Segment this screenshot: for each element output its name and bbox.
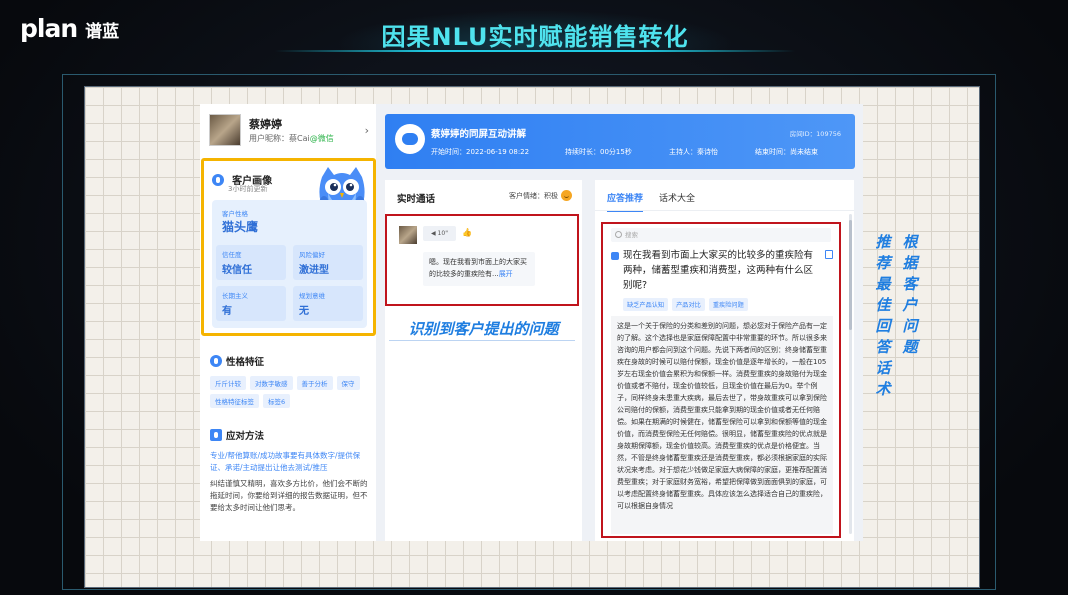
mood-label: 客户情绪：积极 — [509, 191, 558, 200]
persona-box: 客户性格 猫头鹰 信任度 较信任 风险偏好 激进型 长期主义 有 规划意维 无 — [212, 200, 367, 328]
method-body: 纠结谨慎又精明，喜欢多方比价，他们会不断的拖延时间，你要给到详细的报告数据证明，… — [210, 479, 368, 512]
trait-risk: 风险偏好 激进型 — [293, 245, 363, 280]
trait-key: 风险偏好 — [299, 251, 325, 259]
trait-value: 无 — [299, 306, 309, 317]
trait-value: 有 — [222, 306, 232, 317]
customer-portrait-card: 客户画像 3小时前更新 客户性格 猫头鹰 信任度 较信任 风险偏好 激进型 长期… — [201, 158, 376, 336]
session-host: 主持人：秦诗怡 — [669, 148, 718, 156]
recommend-caption-col2: 推荐最佳回答话术 — [875, 233, 891, 398]
trait-value: 激进型 — [299, 265, 329, 276]
method-title: 应对方法 — [210, 428, 368, 442]
character-tag: 标签6 — [263, 394, 291, 408]
character-tag: 保守 — [336, 376, 360, 390]
trait-longterm: 长期主义 有 — [216, 286, 286, 321]
session-start: 开始时间：2022-06-19 08:22 — [431, 148, 530, 156]
trait-trust: 信任度 较信任 — [216, 245, 286, 280]
thumbs-up-icon[interactable]: 👍 — [462, 228, 472, 237]
question-tag: 产品对比 — [672, 298, 705, 311]
slide-title: 因果NLU实时赋能销售转化 — [381, 22, 689, 51]
trait-key: 规划意维 — [299, 292, 325, 300]
customer-mood: 客户情绪：积极 — [509, 190, 572, 201]
method-title-text: 应对方法 — [226, 431, 265, 442]
user-nickname: 用户昵称：蔡Cai@微信 — [249, 133, 334, 144]
method-highlight: 专业/帮他算账/成功故事要有具体数字/提供保证、承诺/主动提出让他去测试/推压 — [210, 451, 361, 472]
character-title-text: 性格特征 — [226, 357, 265, 368]
app-screenshot: 蔡婷婷 用户昵称：蔡Cai@微信 › 客户画像 3小时前更新 客户性格 猫头鹰 … — [200, 104, 863, 541]
pin-icon — [210, 355, 222, 367]
brand-name: 谱蓝 — [85, 22, 120, 42]
trait-key: 长期主义 — [222, 292, 248, 300]
copy-icon[interactable] — [825, 250, 833, 259]
question-tag: 缺乏产品认知 — [623, 298, 669, 311]
character-section: 性格特征 斤斤计较 对数字敏感 善于分析 保守 性格特征标签 标签6 — [210, 354, 370, 408]
message-bubble: 嗯。现在我看到市面上的大家买的比较多的重疾险有...展开 — [423, 252, 535, 286]
divider — [595, 210, 854, 211]
call-caption: 识别到客户提出的问题 — [408, 320, 559, 338]
scrollbar-thumb[interactable] — [849, 220, 852, 330]
session-title: 蔡婷婷的同屏互动讲解 — [431, 129, 527, 140]
avatar — [209, 114, 241, 146]
divider — [389, 340, 575, 341]
chevron-right-icon[interactable]: › — [365, 124, 369, 137]
search-input[interactable]: 搜索 — [611, 228, 831, 242]
user-header[interactable]: 蔡婷婷 用户昵称：蔡Cai@微信 › — [209, 114, 371, 148]
room-id: 房间ID：109756 — [789, 130, 841, 138]
detected-question-box: ◀ 10" 👍 嗯。现在我看到市面上的大家买的比较多的重疾险有...展开 — [385, 214, 579, 306]
character-tag: 善于分析 — [296, 376, 333, 390]
recommendation-panel: 应答推荐 话术大全 搜索 现在我看到市面上大家买的比较多的重疾险有两种，储蓄型重… — [595, 180, 854, 541]
recommended-answer-box: 搜索 现在我看到市面上大家买的比较多的重疾险有两种，储蓄型重疾和消费型，这两种有… — [601, 222, 841, 538]
expand-link[interactable]: 展开 — [499, 270, 513, 278]
smile-icon — [561, 190, 572, 201]
brand-logo-text: plan — [20, 14, 78, 43]
user-nickname-text: 用户昵称：蔡Cai — [249, 134, 310, 143]
question-icon — [611, 252, 619, 260]
call-title: 实时通话 — [397, 194, 436, 205]
character-tag: 性格特征标签 — [210, 394, 259, 408]
persona-value: 猫头鹰 — [222, 220, 259, 234]
trait-key: 信任度 — [222, 251, 242, 259]
realtime-call-panel: 实时通话 客户情绪：积极 ◀ 10" 👍 嗯。现在我看到市面上的大家买的比较多的… — [385, 180, 582, 541]
trait-planning: 规划意维 无 — [293, 286, 363, 321]
character-tag: 斤斤计较 — [210, 376, 246, 390]
trait-value: 较信任 — [222, 265, 252, 276]
character-tag: 对数字敏感 — [250, 376, 293, 390]
character-title: 性格特征 — [210, 354, 370, 368]
recommendation-tabs: 应答推荐 话术大全 — [607, 191, 695, 212]
slide-title-bar: 因果NLU实时赋能销售转化 — [275, 10, 795, 58]
brand-logo: plan 谱蓝 — [20, 14, 119, 43]
answer-text: 这是一个关于保险的分类和差别的问题，想必您对于保险产品有一定的了解。这个选择也是… — [611, 316, 833, 534]
question-text: 现在我看到市面上大家买的比较多的重疾险有两种，储蓄型重疾和消费型，这两种有什么区… — [623, 250, 814, 291]
wechat-tag: @微信 — [309, 134, 334, 143]
customer-profile-panel: 蔡婷婷 用户昵称：蔡Cai@微信 › 客户画像 3小时前更新 客户性格 猫头鹰 … — [200, 104, 376, 541]
method-icon — [210, 429, 222, 441]
character-tags: 斤斤计较 对数字敏感 善于分析 保守 性格特征标签 标签6 — [210, 376, 370, 408]
session-header: 蔡婷婷的同屏互动讲解 房间ID：109756 开始时间：2022-06-19 0… — [385, 114, 855, 169]
chat-bubble-icon — [395, 124, 425, 154]
voice-message-button[interactable]: ◀ 10" — [423, 226, 456, 241]
tab-script-library[interactable]: 话术大全 — [659, 191, 695, 212]
portrait-updated-time: 3小时前更新 — [228, 185, 268, 193]
question-tag: 重疾险问题 — [708, 298, 748, 311]
method-section: 应对方法 专业/帮他算账/成功故事要有具体数字/提供保证、承诺/主动提出让他去测… — [210, 428, 368, 514]
recommend-caption-col1: 根据客户问题 — [902, 233, 918, 356]
session-end: 结束时间：尚未结束 — [755, 148, 818, 156]
session-duration: 持续时长：00分15秒 — [565, 148, 632, 156]
persona-label: 客户性格 — [222, 210, 248, 218]
user-icon — [212, 173, 224, 186]
avatar — [399, 226, 417, 244]
question-tags: 缺乏产品认知 产品对比 重疾险问题 — [623, 298, 748, 311]
user-name: 蔡婷婷 — [249, 118, 282, 131]
tab-answer-recommend[interactable]: 应答推荐 — [607, 191, 644, 212]
